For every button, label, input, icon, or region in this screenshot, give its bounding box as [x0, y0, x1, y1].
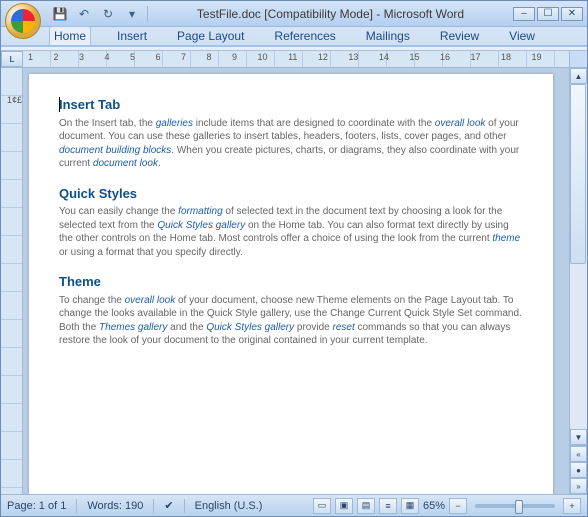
vertical-scrollbar[interactable]: ▲ ▼ « ● » [569, 68, 587, 494]
zoom-level[interactable]: 65% [423, 500, 445, 512]
zoom-in-button[interactable]: + [563, 498, 581, 514]
hyperlink[interactable]: document look [93, 158, 158, 169]
section-paragraph: On the Insert tab, the galleries include… [59, 117, 523, 171]
vertical-ruler[interactable] [1, 68, 23, 494]
tab-home[interactable]: Home [49, 26, 91, 45]
browse-object-button[interactable]: ● [570, 462, 587, 478]
redo-button[interactable]: ↻ [99, 5, 117, 23]
scroll-up-button[interactable]: ▲ [570, 68, 587, 84]
tab-insert[interactable]: Insert [113, 27, 151, 45]
window-title: TestFile.doc [Compatibility Mode] - Micr… [148, 7, 513, 21]
status-sep [153, 499, 154, 513]
status-words[interactable]: Words: 190 [87, 500, 143, 512]
maximize-button[interactable]: ☐ [537, 7, 559, 21]
hyperlink[interactable]: Themes gallery [99, 322, 167, 333]
zoom-slider[interactable] [475, 504, 555, 508]
view-full-screen[interactable]: ▣ [335, 498, 353, 514]
section-heading: Insert Tab [59, 96, 523, 114]
status-page[interactable]: Page: 1 of 1 [7, 500, 66, 512]
scroll-track[interactable] [570, 84, 587, 429]
zoom-out-button[interactable]: − [449, 498, 467, 514]
document-page[interactable]: Insert Tab On the Insert tab, the galleri… [29, 74, 553, 494]
window-controls: – ☐ ✕ [513, 7, 583, 21]
tab-selector[interactable]: L [1, 51, 23, 67]
hyperlink[interactable]: document building blocks [59, 145, 171, 156]
status-language[interactable]: English (U.S.) [195, 500, 263, 512]
section-paragraph: To change the overall look of your docum… [59, 294, 523, 348]
browse-nav: « ● » [570, 445, 587, 494]
status-sep [76, 499, 77, 513]
tab-view[interactable]: View [505, 27, 539, 45]
ribbon-tabs: Home Insert Page Layout References Maili… [1, 27, 587, 47]
status-proofing-icon[interactable]: ✔ [164, 499, 173, 512]
hyperlink[interactable]: reset [332, 322, 354, 333]
hyperlink[interactable]: Quick Styles gallery [157, 220, 245, 231]
ruler-row: L [1, 51, 587, 68]
office-button[interactable] [5, 3, 41, 39]
hyperlink[interactable]: galleries [156, 118, 193, 129]
tab-mailings[interactable]: Mailings [362, 27, 414, 45]
undo-button[interactable]: ↶ [75, 5, 93, 23]
app-window: 💾 ↶ ↻ ▾ TestFile.doc [Compatibility Mode… [0, 0, 588, 517]
tab-references[interactable]: References [270, 27, 339, 45]
section-heading: Quick Styles [59, 185, 523, 203]
view-draft[interactable]: ▦ [401, 498, 419, 514]
titlebar: 💾 ↶ ↻ ▾ TestFile.doc [Compatibility Mode… [1, 1, 587, 27]
ruler-corner-right [569, 51, 587, 67]
hyperlink[interactable]: formatting [178, 206, 222, 217]
status-bar: Page: 1 of 1 Words: 190 ✔ English (U.S.)… [1, 494, 587, 516]
hyperlink[interactable]: Quick Styles gallery [206, 322, 294, 333]
section-heading: Theme [59, 273, 523, 291]
close-button[interactable]: ✕ [561, 7, 583, 21]
save-button[interactable]: 💾 [51, 5, 69, 23]
status-right: ▭ ▣ ▤ ≡ ▦ 65% − + [313, 498, 581, 514]
status-sep [184, 499, 185, 513]
scroll-down-button[interactable]: ▼ [570, 429, 587, 445]
minimize-button[interactable]: – [513, 7, 535, 21]
horizontal-ruler[interactable] [23, 51, 569, 67]
view-outline[interactable]: ≡ [379, 498, 397, 514]
view-print-layout[interactable]: ▭ [313, 498, 331, 514]
hyperlink[interactable]: theme [492, 233, 520, 244]
document-area[interactable]: Insert Tab On the Insert tab, the galleri… [23, 68, 569, 494]
tab-review[interactable]: Review [436, 27, 483, 45]
content-row: Insert Tab On the Insert tab, the galleri… [1, 68, 587, 494]
prev-page-button[interactable]: « [570, 446, 587, 462]
quick-access-toolbar: 💾 ↶ ↻ ▾ [51, 5, 148, 23]
view-web-layout[interactable]: ▤ [357, 498, 375, 514]
office-logo-icon [11, 9, 35, 33]
text-cursor [59, 97, 60, 112]
customize-qat-button[interactable]: ▾ [123, 5, 141, 23]
scroll-thumb[interactable] [570, 84, 586, 264]
tab-page-layout[interactable]: Page Layout [173, 27, 248, 45]
hyperlink[interactable]: overall look [435, 118, 486, 129]
section-paragraph: You can easily change the formatting of … [59, 205, 523, 259]
hyperlink[interactable]: overall look [125, 295, 176, 306]
next-page-button[interactable]: » [570, 478, 587, 494]
